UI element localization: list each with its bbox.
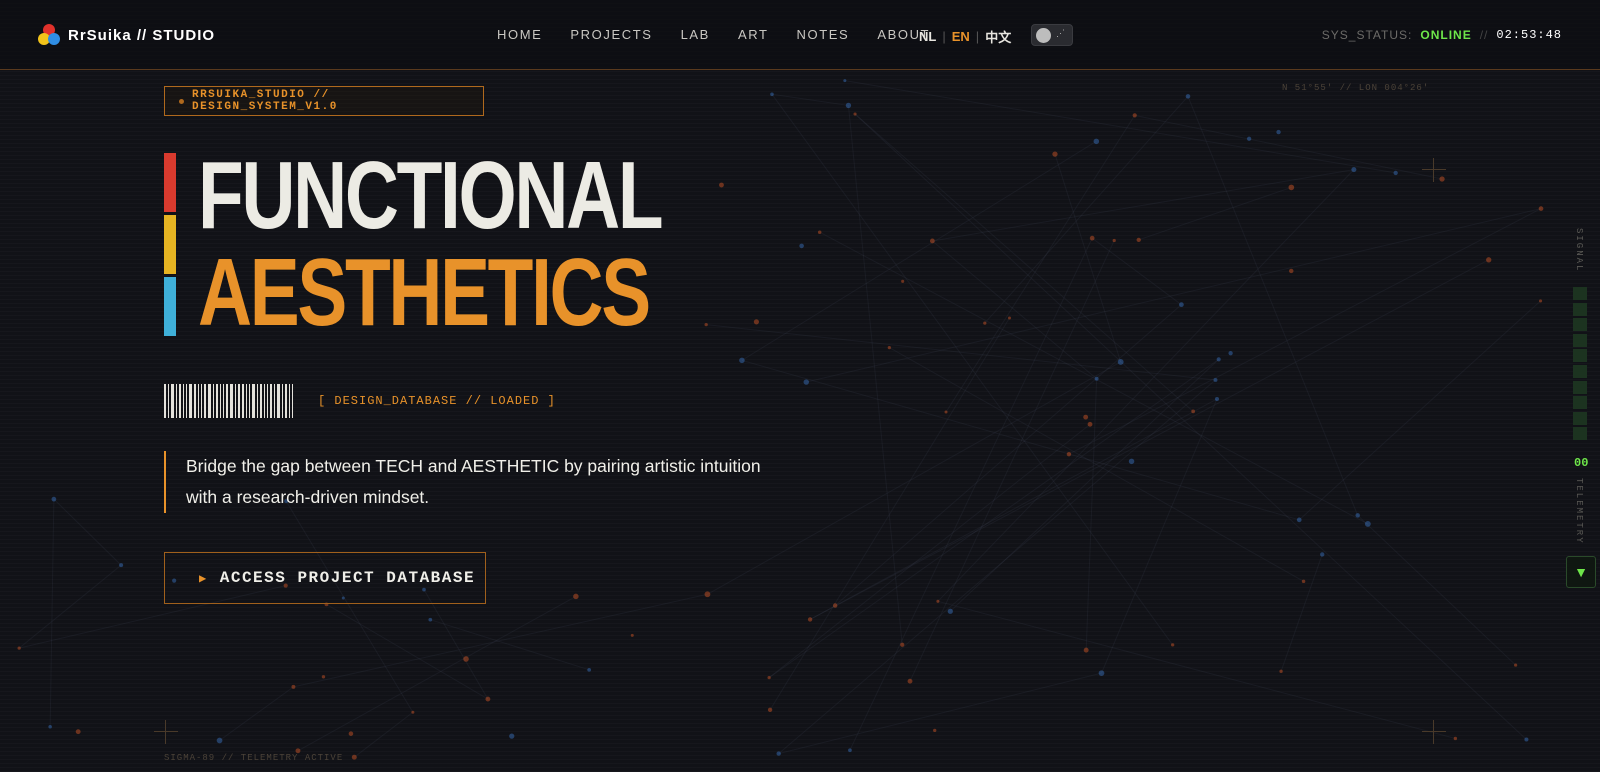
crosshair-icon [1422, 158, 1446, 182]
nav-home[interactable]: HOME [497, 27, 542, 42]
stars-icon: ⋰ [1056, 28, 1065, 38]
theme-toggle[interactable]: ⋰ [1031, 24, 1073, 46]
nav-projects[interactable]: PROJECTS [570, 27, 652, 42]
color-bars [164, 153, 176, 339]
yellow-bar [164, 215, 176, 274]
signal-label: SIGNAL [1574, 228, 1584, 273]
crosshair-icon [154, 720, 178, 744]
badge-text: RRSUIKA_STUDIO // DESIGN_SYSTEM_V1.0 [191, 89, 338, 113]
top-header: RrSuika // STUDIO HOME PROJECTS LAB ART … [0, 0, 1600, 70]
lang-divider: | [975, 29, 980, 44]
moon-icon [1036, 28, 1051, 43]
scroll-down-button[interactable]: ▼ [1566, 556, 1596, 588]
lang-en[interactable]: EN [952, 29, 970, 44]
nav-lab[interactable]: LAB [681, 27, 710, 42]
design-system-badge: RRSUIKA_STUDIO // DESIGN_SYSTEM_V1.0 [164, 86, 484, 116]
nav-notes[interactable]: NOTES [797, 27, 850, 42]
logo[interactable]: RrSuika // STUDIO [38, 24, 215, 46]
red-bar [164, 153, 176, 212]
hero-title-line1: FUNCTIONAL [198, 142, 664, 249]
play-icon: ▶ [199, 571, 208, 586]
nav-art[interactable]: ART [738, 27, 769, 42]
signal-readout: 00 [1574, 456, 1589, 470]
badge-dot-icon [179, 98, 184, 104]
database-status: [ DESIGN_DATABASE // LOADED ] [318, 394, 556, 408]
coordinates: N 51°55' // LON 004°26' [1282, 83, 1430, 93]
signal-meter [1573, 287, 1587, 443]
lang-zh[interactable]: 中文 [985, 27, 1011, 46]
logo-icon [38, 24, 60, 46]
crosshair-icon [1422, 720, 1446, 744]
chevron-down-icon: ▼ [1574, 564, 1588, 580]
system-status: SYS_STATUS: ONLINE // 02:53:48 [1322, 28, 1562, 42]
blue-bar [164, 277, 176, 336]
access-project-database-button[interactable]: ▶ ACCESS PROJECT DATABASE [164, 552, 486, 604]
status-value: ONLINE [1420, 28, 1472, 42]
telemetry-label: TELEMETRY [1574, 478, 1584, 545]
lang-nl[interactable]: NL [919, 29, 936, 44]
telemetry-footer: SIGMA-89 // TELEMETRY ACTIVE [164, 753, 344, 763]
language-switcher: NL | EN | 中文 [919, 27, 1011, 46]
hero-description: Bridge the gap between TECH and AESTHETI… [164, 451, 784, 513]
main-nav: HOME PROJECTS LAB ART NOTES ABOUT [497, 27, 930, 42]
status-label: SYS_STATUS: [1321, 28, 1413, 42]
lang-divider: | [942, 29, 946, 44]
status-separator: // [1479, 28, 1489, 42]
barcode-icon [164, 384, 298, 418]
clock: 02:53:48 [1496, 28, 1562, 42]
cta-label: ACCESS PROJECT DATABASE [219, 569, 476, 587]
logo-text: RrSuika // STUDIO [68, 26, 216, 44]
hero-title-line2: AESTHETICS [198, 239, 651, 346]
